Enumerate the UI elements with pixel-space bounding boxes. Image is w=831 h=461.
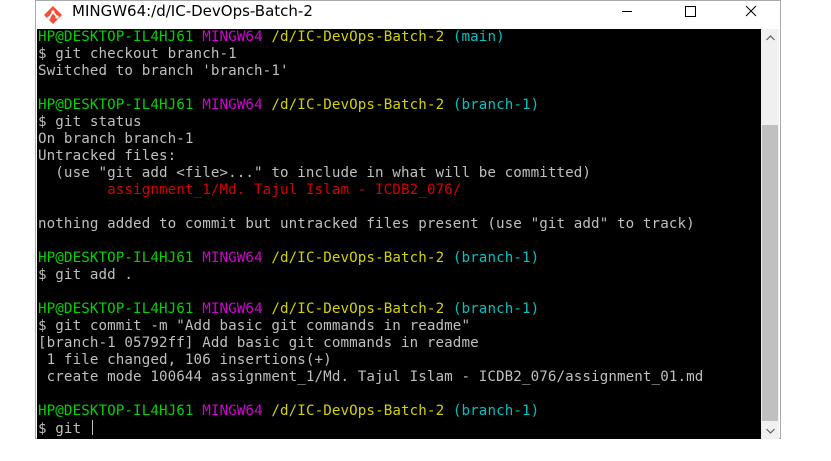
- output-line: nothing added to commit but untracked fi…: [38, 216, 695, 232]
- prompt-user: HP@DESKTOP-IL4HJ61: [38, 29, 194, 45]
- output-line: Untracked files:: [38, 148, 177, 164]
- command-line: $ git commit -m "Add basic git commands …: [38, 318, 471, 334]
- prompt-line: HP@DESKTOP-IL4HJ61 MINGW64 /d/IC-DevOps-…: [38, 403, 539, 420]
- prompt-path: /d/IC-DevOps-Batch-2: [271, 301, 445, 317]
- terminal-output[interactable]: HP@DESKTOP-IL4HJ61 MINGW64 /d/IC-DevOps-…: [37, 29, 761, 439]
- prompt-msystem: MINGW64: [202, 29, 263, 45]
- close-button[interactable]: [728, 1, 774, 21]
- minimize-button[interactable]: [604, 1, 650, 21]
- maximize-icon: [685, 6, 696, 17]
- scroll-up-button[interactable]: [761, 29, 779, 46]
- input-line[interactable]: $ git: [38, 420, 93, 437]
- title-bar[interactable]: MINGW64:/d/IC-DevOps-Batch-2: [36, 1, 780, 29]
- output-line: [branch-1 05792ff] Add basic git command…: [38, 335, 479, 351]
- prompt-branch: (main): [452, 29, 505, 45]
- output-line: (use "git add <file>..." to include in w…: [38, 165, 592, 181]
- prompt-branch: (branch-1): [452, 97, 540, 113]
- prompt-branch: (branch-1): [452, 301, 540, 317]
- prompt-msystem: MINGW64: [202, 301, 263, 317]
- prompt-line: HP@DESKTOP-IL4HJ61 MINGW64 /d/IC-DevOps-…: [38, 97, 539, 114]
- prompt-branch: (branch-1): [452, 250, 540, 266]
- untracked-file-line: assignment_1/Md. Tajul Islam - ICDB2_076…: [38, 182, 462, 198]
- prompt-msystem: MINGW64: [202, 250, 263, 266]
- prompt-msystem: MINGW64: [202, 97, 263, 113]
- window-title: MINGW64:/d/IC-DevOps-Batch-2: [72, 2, 313, 20]
- maximize-button[interactable]: [667, 1, 713, 21]
- chevron-down-icon: [765, 428, 775, 434]
- prompt-line: HP@DESKTOP-IL4HJ61 MINGW64 /d/IC-DevOps-…: [38, 29, 505, 46]
- output-line: 1 file changed, 106 insertions(+): [38, 352, 332, 368]
- text-cursor: [91, 420, 93, 435]
- scroll-down-button[interactable]: [761, 422, 779, 439]
- terminal-window: MINGW64:/d/IC-DevOps-Batch-2 HP@DESKTOP-…: [35, 0, 781, 439]
- prompt-user: HP@DESKTOP-IL4HJ61: [38, 301, 194, 317]
- prompt-branch: (branch-1): [452, 403, 540, 419]
- command-line: $ git checkout branch-1: [38, 46, 237, 62]
- command-line: $ git status: [38, 114, 142, 130]
- vertical-scrollbar[interactable]: [761, 29, 779, 439]
- output-line: Switched to branch 'branch-1': [38, 63, 289, 79]
- prompt-msystem: MINGW64: [202, 403, 263, 419]
- prompt-user: HP@DESKTOP-IL4HJ61: [38, 403, 194, 419]
- prompt-line: HP@DESKTOP-IL4HJ61 MINGW64 /d/IC-DevOps-…: [38, 301, 539, 318]
- prompt-user: HP@DESKTOP-IL4HJ61: [38, 250, 194, 266]
- prompt-line: HP@DESKTOP-IL4HJ61 MINGW64 /d/IC-DevOps-…: [38, 250, 539, 267]
- output-line: On branch branch-1: [38, 131, 194, 147]
- output-line: create mode 100644 assignment_1/Md. Taju…: [38, 369, 704, 385]
- prompt-path: /d/IC-DevOps-Batch-2: [271, 250, 445, 266]
- git-bash-icon: [43, 5, 63, 25]
- prompt-path: /d/IC-DevOps-Batch-2: [271, 29, 445, 45]
- scrollbar-thumb[interactable]: [762, 125, 778, 421]
- chevron-up-icon: [765, 34, 775, 40]
- prompt-path: /d/IC-DevOps-Batch-2: [271, 97, 445, 113]
- current-command: $ git: [38, 421, 90, 437]
- command-line: $ git add .: [38, 267, 134, 283]
- minimize-icon: [622, 11, 632, 12]
- prompt-path: /d/IC-DevOps-Batch-2: [271, 403, 445, 419]
- close-icon: [745, 5, 757, 17]
- prompt-user: HP@DESKTOP-IL4HJ61: [38, 97, 194, 113]
